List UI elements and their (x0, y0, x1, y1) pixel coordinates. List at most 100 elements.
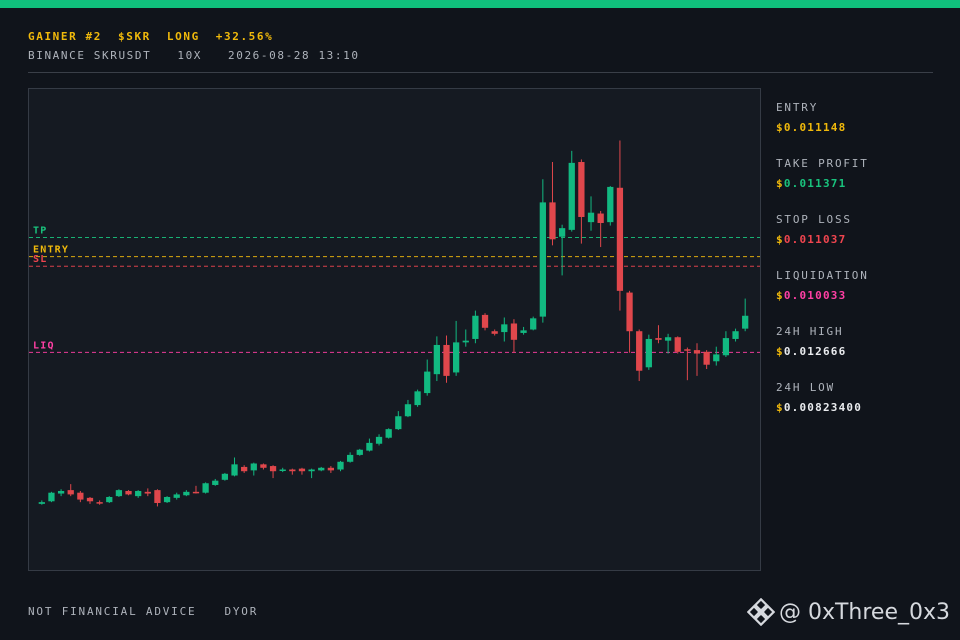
candle (163, 496, 171, 504)
candle-body (462, 340, 469, 343)
candle-body (616, 187, 624, 291)
candle (549, 162, 556, 246)
candle-body (135, 490, 142, 497)
currency-symbol: $ (776, 121, 784, 134)
candle (395, 411, 402, 430)
candle (125, 490, 132, 496)
candles (38, 140, 749, 507)
candle (530, 316, 537, 331)
candle (135, 490, 142, 498)
candle-body (597, 213, 604, 223)
price-chart[interactable]: TP ENTRY SL LIQ (28, 88, 761, 571)
candle-body (86, 497, 94, 502)
candle-body (433, 344, 440, 375)
currency-symbol: $ (776, 345, 784, 358)
candle-body (742, 315, 749, 329)
trade-summary-line: GAINER #2 $SKR LONG +32.56% (28, 30, 933, 43)
candle-body (655, 338, 662, 340)
candle (607, 186, 614, 226)
candle (144, 488, 151, 497)
candle (472, 310, 479, 344)
candle-body (57, 490, 65, 494)
candle-body (626, 292, 633, 332)
candle-body (510, 323, 518, 340)
stat-label: 24H HIGH (776, 325, 844, 338)
candle-body (202, 483, 209, 493)
candle-body (491, 331, 498, 334)
candle-body (414, 391, 421, 406)
candle (115, 489, 123, 497)
candle (106, 496, 113, 504)
disclaimer-text: NOT FINANCIAL ADVICE (28, 605, 197, 618)
candle (414, 389, 421, 407)
candle (67, 484, 74, 497)
candle-body (144, 491, 151, 494)
candle-body (318, 467, 325, 471)
candle (558, 224, 566, 276)
candle (173, 492, 180, 500)
candle (404, 399, 412, 418)
candle (510, 319, 518, 353)
candle (327, 466, 335, 473)
candle-body (115, 490, 123, 497)
stat-value: $0.00823400 (776, 401, 946, 414)
candle (308, 468, 315, 479)
candle-body (568, 162, 575, 230)
candle (86, 496, 94, 504)
candle-body (231, 464, 238, 476)
candle-body (636, 331, 643, 371)
candle-body (501, 324, 508, 333)
currency-symbol: $ (776, 289, 784, 302)
leverage: 10X (177, 49, 203, 62)
candle (289, 468, 296, 475)
candle (260, 463, 267, 470)
price-value: 0.012666 (783, 345, 847, 358)
candle-body (578, 162, 585, 217)
gainer-rank: GAINER #2 (28, 30, 103, 43)
candle-body (684, 349, 691, 351)
candle (279, 467, 286, 473)
candle (77, 490, 84, 503)
candle-body (327, 467, 335, 471)
candle-body (404, 404, 412, 417)
candle-body (520, 330, 527, 333)
candle-body (337, 461, 344, 470)
candle (462, 329, 469, 347)
candle (347, 452, 354, 463)
candle (520, 326, 527, 335)
candle (443, 335, 450, 383)
candle-body (549, 202, 556, 240)
candle (48, 491, 55, 503)
stat-label: LIQUIDATION (776, 269, 869, 282)
stat-value: $0.011037 (776, 233, 946, 246)
candle (202, 482, 209, 494)
candle (597, 210, 604, 248)
candle-body (472, 315, 479, 339)
stat-24h-low: 24H LOW $0.00823400 (776, 381, 946, 417)
stat-label: STOP LOSS (776, 213, 852, 226)
candle-body (221, 473, 229, 480)
candle (655, 325, 662, 344)
candle (318, 466, 325, 472)
candle (433, 336, 440, 382)
candle-body (587, 212, 595, 223)
candle-body (163, 496, 171, 503)
candle-body (674, 337, 681, 352)
candle-body (38, 502, 45, 504)
candle-body (607, 186, 614, 223)
level-label-sl: SL (33, 254, 47, 265)
candle (96, 500, 103, 505)
candle-body (279, 469, 286, 472)
author-handle: @ 0xThree_0x3 (778, 599, 950, 625)
stat-label: ENTRY (776, 101, 819, 114)
candle (57, 489, 65, 497)
candle-body (558, 228, 566, 237)
candle-body (732, 331, 739, 339)
currency-symbol: $ (776, 233, 784, 246)
candle-body (125, 490, 132, 495)
level-label-liq: LIQ (33, 340, 55, 351)
exchange-pair: BINANCE SKRUSDT (28, 49, 152, 62)
level-label-tp: TP (33, 226, 47, 237)
candle-body (530, 318, 537, 330)
trade-side: LONG (166, 30, 200, 43)
